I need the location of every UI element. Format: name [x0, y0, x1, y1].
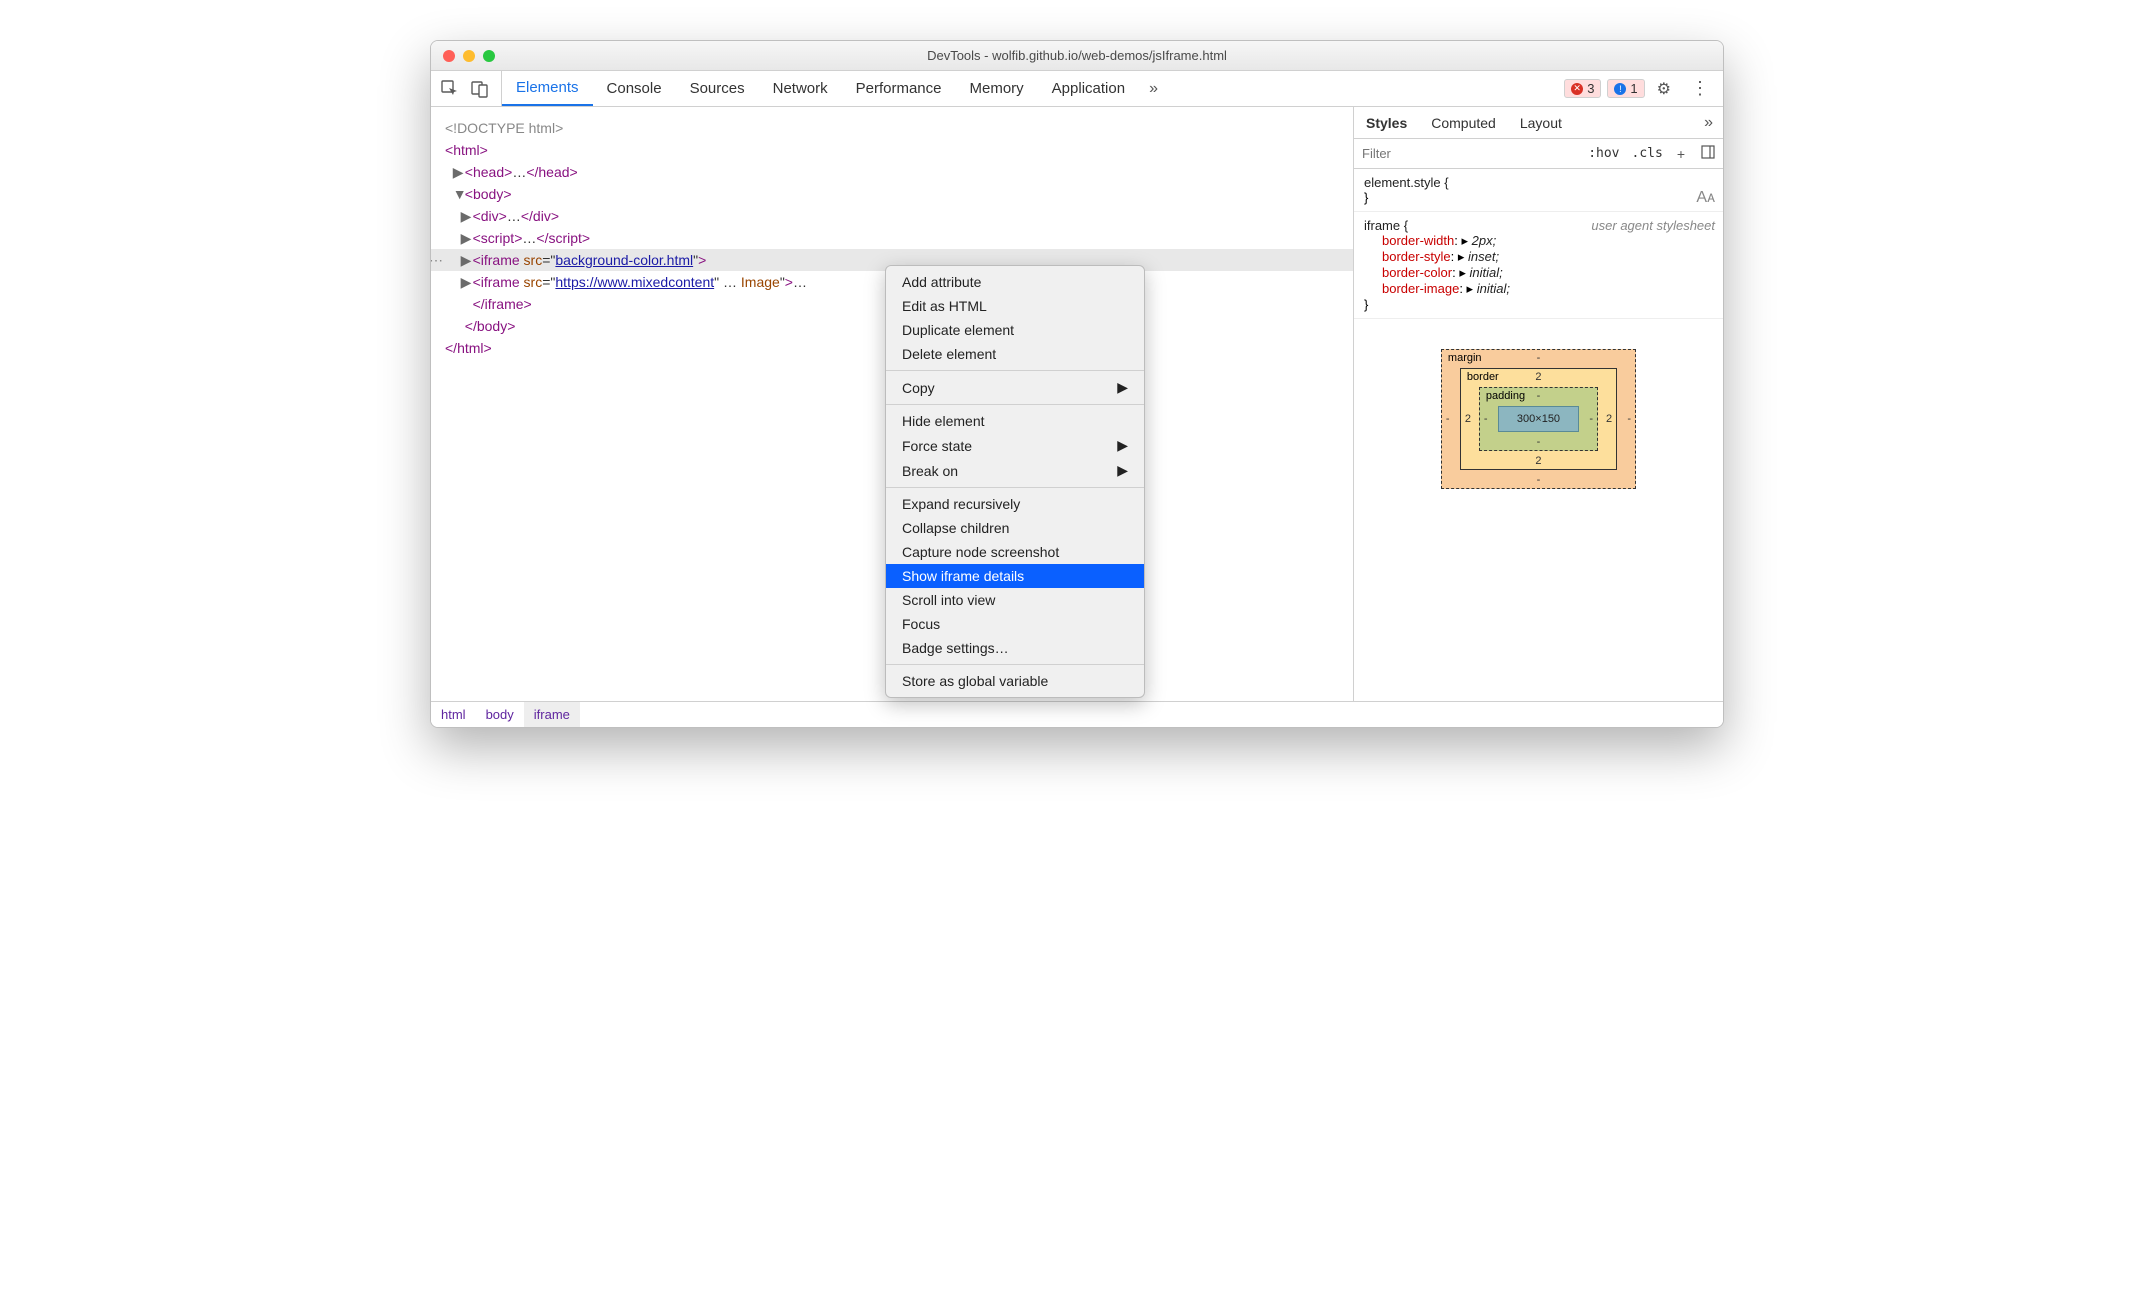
device-toggle-icon[interactable] [467, 76, 493, 102]
main-toolbar: Elements Console Sources Network Perform… [431, 71, 1723, 107]
margin-label: margin [1448, 352, 1482, 364]
dom-line[interactable]: ▶<head>…</head> [431, 161, 1353, 183]
context-item[interactable]: Show iframe details [886, 564, 1144, 588]
panel-tabs: Elements Console Sources Network Perform… [502, 71, 1168, 106]
context-item[interactable]: Expand recursively [886, 492, 1144, 516]
content-size: 300×150 [1498, 406, 1579, 432]
style-rule[interactable]: element.style {}Aᴀ [1354, 169, 1723, 212]
context-item[interactable]: Store as global variable [886, 669, 1144, 693]
box-model[interactable]: margin - - - - border 2 2 2 2 padding [1354, 319, 1723, 519]
context-item[interactable]: Hide element [886, 409, 1144, 433]
crumb-body[interactable]: body [476, 702, 524, 727]
issues-badge[interactable]: !1 [1607, 79, 1644, 98]
more-menu-icon[interactable]: ⋮ [1683, 78, 1717, 99]
context-item[interactable]: Collapse children [886, 516, 1144, 540]
sidebar-tabs: Styles Computed Layout » [1354, 107, 1723, 139]
errors-count: 3 [1587, 81, 1594, 96]
inspect-icon[interactable] [437, 76, 463, 102]
context-item[interactable]: Duplicate element [886, 318, 1144, 342]
style-rules: element.style {}Aᴀiframe {user agent sty… [1354, 169, 1723, 319]
styles-sidebar: Styles Computed Layout » :hov .cls + ele… [1353, 107, 1723, 727]
close-window-button[interactable] [443, 50, 455, 62]
issues-count: 1 [1630, 81, 1637, 96]
tab-application[interactable]: Application [1038, 71, 1139, 106]
context-item[interactable]: Delete element [886, 342, 1144, 366]
dom-line[interactable]: ▶<script>…</script> [431, 227, 1353, 249]
tabs-overflow-icon[interactable]: » [1139, 80, 1168, 98]
window-title: DevTools - wolfib.github.io/web-demos/js… [431, 48, 1723, 63]
tab-network[interactable]: Network [759, 71, 842, 106]
tab-styles[interactable]: Styles [1354, 107, 1419, 138]
tab-sources[interactable]: Sources [676, 71, 759, 106]
settings-icon[interactable]: ⚙ [1651, 79, 1677, 99]
tab-elements[interactable]: Elements [502, 71, 593, 106]
context-item[interactable]: Copy▶ [886, 375, 1144, 400]
context-item[interactable]: Edit as HTML [886, 294, 1144, 318]
context-item[interactable]: Badge settings… [886, 636, 1144, 660]
minimize-window-button[interactable] [463, 50, 475, 62]
context-item[interactable]: Focus [886, 612, 1144, 636]
tab-memory[interactable]: Memory [956, 71, 1038, 106]
tab-performance[interactable]: Performance [842, 71, 956, 106]
context-item[interactable]: Break on▶ [886, 458, 1144, 483]
crumb-iframe[interactable]: iframe [524, 702, 580, 727]
errors-badge[interactable]: ✕3 [1564, 79, 1601, 98]
context-item[interactable]: Force state▶ [886, 433, 1144, 458]
cls-toggle[interactable]: .cls [1626, 146, 1669, 161]
tab-console[interactable]: Console [593, 71, 676, 106]
padding-label: padding [1486, 390, 1525, 402]
main-area: <!DOCTYPE html><html> ▶<head>…</head> ▼<… [431, 107, 1723, 727]
traffic-lights [431, 50, 495, 62]
dom-line[interactable]: <html> [431, 139, 1353, 161]
hov-toggle[interactable]: :hov [1582, 146, 1625, 161]
style-rule[interactable]: iframe {user agent stylesheetborder-widt… [1354, 212, 1723, 319]
devtools-window: DevTools - wolfib.github.io/web-demos/js… [430, 40, 1724, 728]
new-style-rule-button[interactable]: + [1669, 146, 1693, 162]
context-item[interactable]: Scroll into view [886, 588, 1144, 612]
styles-filter-input[interactable] [1354, 139, 1582, 168]
context-item[interactable]: Add attribute [886, 270, 1144, 294]
maximize-window-button[interactable] [483, 50, 495, 62]
crumb-html[interactable]: html [431, 702, 476, 727]
dom-line[interactable]: ▶<div>…</div> [431, 205, 1353, 227]
context-item[interactable]: Capture node screenshot [886, 540, 1144, 564]
toggle-pane-icon[interactable] [1693, 145, 1723, 162]
dom-line[interactable]: <!DOCTYPE html> [431, 117, 1353, 139]
dom-line[interactable]: ▼<body> [431, 183, 1353, 205]
border-label: border [1467, 371, 1499, 383]
sidebar-tabs-overflow-icon[interactable]: » [1694, 114, 1723, 132]
breadcrumbs: html body iframe [431, 701, 1723, 727]
context-menu: Add attributeEdit as HTMLDuplicate eleme… [885, 265, 1145, 698]
tab-computed[interactable]: Computed [1419, 107, 1508, 138]
tab-layout[interactable]: Layout [1508, 107, 1574, 138]
styles-filter-row: :hov .cls + [1354, 139, 1723, 169]
titlebar: DevTools - wolfib.github.io/web-demos/js… [431, 41, 1723, 71]
